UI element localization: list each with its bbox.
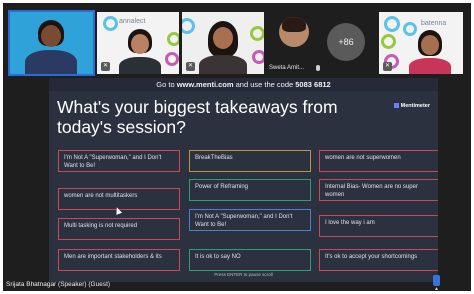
response-card: I'm Not A "Superwoman," and I Don't Want… [58,150,180,172]
logo-ring [182,18,195,34]
response-card: Men are important stakeholders & its [58,249,180,271]
participant-tile[interactable]: annalect ✕ [97,12,179,74]
scroll-indicator[interactable] [433,275,440,286]
participant-tile[interactable]: Sweta Amit... [266,12,323,74]
response-card: I love the way i am [319,215,438,237]
more-participants-button[interactable]: +86 [327,23,365,61]
company-watermark: batenna [421,20,447,27]
logo-ring [384,16,400,32]
mute-icon: ✕ [101,62,110,71]
response-card: I'm Not A "Superwoman," and I Don't Want… [189,209,311,231]
logo-ring [165,52,179,66]
response-card: Internal Bias- Women are no super women [319,179,438,201]
participant-tile[interactable]: ✕ [182,12,264,74]
join-text: Go to [156,80,177,89]
slide: What's your biggest takeaways from today… [49,91,438,282]
logo-ring [403,22,417,36]
participant-tile-speaker[interactable] [8,10,95,76]
scroll-hint: Press ENTER to pause scroll [214,272,273,277]
mute-icon: ✕ [383,62,392,71]
mute-icon: ✕ [186,62,195,71]
logo-ring [250,26,264,41]
meeting-window: annalect ✕ ✕ Sweta Amit... +86 batenna ✕… [3,3,471,291]
join-instructions: Go to www.menti.com and use the code 508… [49,78,438,91]
join-url: www.menti.com [176,80,234,89]
question-title: What's your biggest takeaways from today… [57,97,338,137]
join-code: 5083 6812 [295,80,331,89]
speaker-label: Srijata Bhatnagar (Speaker) (Guest) [6,281,111,288]
response-card: Power of Reframing [189,179,311,201]
join-text: and use the code [233,80,296,89]
response-card: BreakTheBias [189,150,311,172]
response-card: It's ok to accept your shortcomings [319,249,438,271]
company-watermark: annalect [119,18,146,25]
logo-ring [381,34,396,49]
response-card: Multi tasking is not required [58,218,180,240]
logo-ring [252,50,264,64]
participant-name: Sweta Amit... [269,65,305,71]
logo-ring [167,32,179,46]
user-icon[interactable]: ▲ [433,287,440,292]
response-card: It is ok to say NO [189,249,311,271]
response-card: women are not superwomen [319,150,438,172]
mentimeter-icon [393,103,399,109]
brand-label: Mentimeter [400,103,430,109]
logo-ring [103,16,118,31]
brand-logo: Mentimeter [393,103,430,109]
shared-screen: Go to www.menti.com and use the code 508… [49,78,438,282]
microphone-icon [316,65,320,71]
participant-tile[interactable]: batenna ✕ [379,12,463,74]
